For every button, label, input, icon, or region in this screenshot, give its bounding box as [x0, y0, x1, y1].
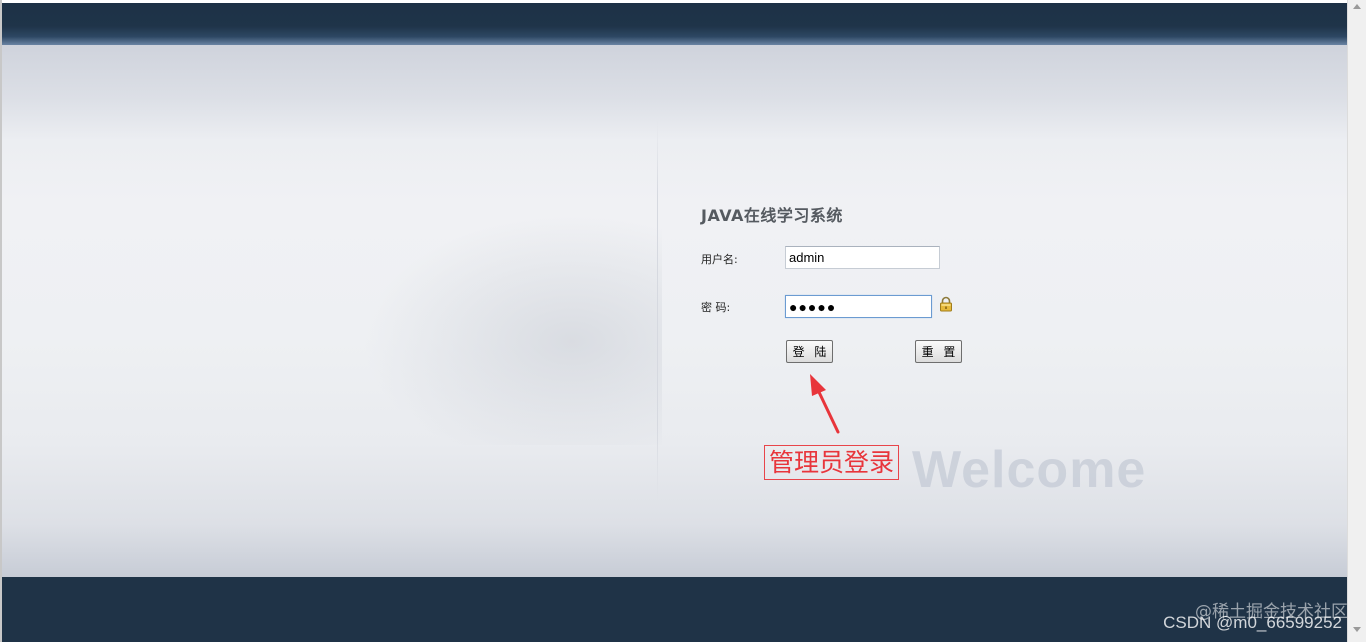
scroll-down-icon[interactable] [1353, 627, 1361, 632]
panel-divider [657, 120, 658, 500]
annotation-label: 管理员登录 [764, 445, 900, 480]
lock-icon [940, 296, 952, 312]
app-window: JAVA在线学习系统 用户名: 密 码: 登 陆 重 置 Welcome 管理员… [0, 0, 1366, 642]
vertical-scrollbar[interactable] [1347, 0, 1366, 642]
scroll-up-icon[interactable] [1353, 4, 1361, 9]
username-input[interactable] [785, 246, 940, 269]
arrow-icon [810, 374, 840, 434]
password-label: 密 码: [701, 301, 731, 314]
login-button[interactable]: 登 陆 [786, 340, 833, 363]
username-label: 用户名: [701, 253, 738, 266]
reset-button[interactable]: 重 置 [915, 340, 962, 363]
welcome-watermark: Welcome [912, 441, 1147, 499]
background-glow [362, 215, 662, 445]
csdn-watermark: CSDN @m0_66599252 [1163, 613, 1342, 632]
header-bar [2, 3, 1347, 46]
page-title: JAVA在线学习系统 [701, 206, 843, 225]
password-input[interactable] [785, 295, 932, 318]
footer-bar [2, 577, 1347, 642]
